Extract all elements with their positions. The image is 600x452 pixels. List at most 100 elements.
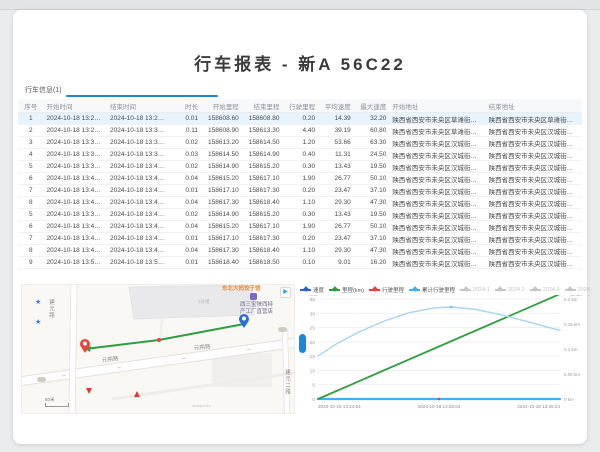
table-cell: 158615.20: [201, 173, 242, 185]
table-row[interactable]: 22024-10-18 13:26:202024-10-18 13:33:040…: [18, 125, 582, 137]
table-cell: 37.10: [354, 233, 390, 245]
table-cell: 158617.10: [242, 221, 283, 233]
table-cell: 158613.20: [201, 137, 242, 149]
legend-item[interactable]: 2024.4: [565, 287, 592, 293]
table-cell: 陕西省西安市未央区草滩街道元朔路东北243米 城内小区: [486, 113, 582, 125]
table-cell: 24.50: [354, 149, 390, 161]
table-cell: 陕西省西安市未央区汉城街道罗高路中心小区西安交通二环路…: [486, 137, 582, 149]
table-cell: 陕西省西安市未央区汉城街道罗高路高桥村村委会公交 东54…: [486, 161, 582, 173]
legend-item[interactable]: 2024.2: [495, 287, 525, 293]
table-cell: 158613.30: [242, 125, 283, 137]
table-cell: 陕西省西安市未央区汉城街道罗高路高桥村村委会公交 东54…: [389, 173, 485, 185]
building-label: 3号楼: [198, 300, 210, 305]
table-cell: 23.47: [318, 233, 354, 245]
table-cell: 陕西省西安市未央区汉城街道罗高西路 东北140米 建于小学: [389, 209, 485, 221]
table-row[interactable]: 52024-10-18 13:39:252024-10-18 13:40:440…: [18, 161, 582, 173]
legend-item[interactable]: 2024.3: [530, 287, 560, 293]
table-cell: 0.01: [170, 233, 201, 245]
legend-label: 里程(km): [342, 286, 364, 294]
table-cell: 陕西省西安市未央区汉城街道西安交通艺术博物馆…: [389, 185, 485, 197]
column-header: 结束地址: [486, 99, 582, 113]
table-row[interactable]: 62024-10-18 13:41:292024-10-18 13:43:450…: [18, 173, 582, 185]
table-cell: 1.10: [282, 197, 318, 209]
table-row[interactable]: 42024-10-18 13:36:002024-10-18 13:38:050…: [18, 149, 582, 161]
table-cell: 158614.90: [201, 209, 242, 221]
table-cell: 158617.30: [201, 245, 242, 257]
table-cell: 7: [18, 185, 44, 197]
left-road: [72, 285, 74, 413]
table-cell: 13.43: [318, 161, 354, 173]
route-map[interactable]: ★ ★ 建元路 元朔路 元朔路 建元二路 3号楼 东北大妈饺子馆 西三宝陕西特 …: [21, 284, 295, 414]
table-cell: 0.20: [282, 113, 318, 125]
route-line: [85, 324, 244, 349]
legend-label: 累计行驶里程: [422, 286, 455, 294]
chart-slider-handle[interactable]: [299, 334, 306, 353]
svg-text:2024-10-18 13:25:24: 2024-10-18 13:25:24: [517, 404, 560, 409]
map-navigation-icon[interactable]: ▶: [280, 287, 291, 298]
table-cell: 陕西省西安市未央区汉城街道东万千一分街西南口侯桥小区西…: [486, 197, 582, 209]
table-body: 12024-10-18 13:24:542024-10-18 13:25:440…: [18, 113, 582, 269]
table-cell: 2024-10-18 13:49:05: [107, 245, 170, 257]
table-cell: 0.02: [170, 209, 201, 221]
map-scale: 50米: [45, 397, 69, 407]
table-cell: 2024-10-18 13:24:54: [44, 113, 107, 125]
table-cell: 7: [18, 233, 44, 245]
table-row[interactable]: 52024-10-18 13:39:252024-10-18 13:40:440…: [18, 209, 582, 221]
tab-driving-info[interactable]: 行车信息(1): [25, 85, 62, 95]
table-cell: 47.30: [354, 245, 390, 257]
table-cell: 8: [18, 197, 44, 209]
table-row[interactable]: 82024-10-18 13:48:312024-10-18 13:49:050…: [18, 245, 582, 257]
table-row[interactable]: 62024-10-18 13:41:292024-10-18 13:43:450…: [18, 221, 582, 233]
chart-canvas: 051015202530350 km0.05 km0.1 km0.15 km0.…: [298, 295, 592, 416]
table-cell: 158618.40: [242, 197, 283, 209]
table-cell: 16.20: [354, 257, 390, 269]
table-cell: 53.66: [318, 137, 354, 149]
table-row[interactable]: 12024-10-18 13:24:542024-10-18 13:25:440…: [18, 113, 582, 125]
legend-item[interactable]: 2024.1: [460, 287, 490, 293]
table-row[interactable]: 72024-10-18 13:46:172024-10-18 13:46:450…: [18, 233, 582, 245]
bus-stop-icon: [278, 327, 287, 332]
table-cell: 9: [18, 257, 44, 269]
table-cell: 2024-10-18 13:26:20: [44, 125, 107, 137]
table-row[interactable]: 82024-10-18 13:48:312024-10-18 13:49:050…: [18, 197, 582, 209]
legend-item[interactable]: 里程(km): [329, 286, 364, 294]
table-cell: 158617.30: [242, 233, 283, 245]
table-cell: 2024-10-18 13:36:00: [44, 149, 107, 161]
table-cell: 2024-10-18 13:46:45: [107, 233, 170, 245]
table-row[interactable]: 32024-10-18 13:33:442024-10-18 13:35:050…: [18, 137, 582, 149]
table-cell: 陕西省西安市未央区汉城街道丰登路西安外事学院人村公交站…: [486, 257, 582, 269]
legend-marker-icon: [565, 289, 576, 291]
legend-item[interactable]: 行驶里程: [369, 286, 404, 294]
table-cell: 陕西省西安市未央区汉城街道东万千一分街西南口侯桥小区西…: [486, 245, 582, 257]
legend-item[interactable]: 速度: [300, 286, 324, 294]
table-row[interactable]: 72024-10-18 13:46:172024-10-18 13:46:450…: [18, 185, 582, 197]
table-cell: 2024-10-18 13:48:31: [44, 245, 107, 257]
table-cell: 陕西省西安市未央区汉城街道北二环 北312米 汉都新苑小区: [486, 125, 582, 137]
table-cell: 陕西省西安市未央区汉城街道罗高路高桥村村委会公交 东54…: [486, 209, 582, 221]
table-cell: 37.10: [354, 185, 390, 197]
table-cell: 1: [18, 113, 44, 125]
column-header: 平均速度: [318, 99, 354, 113]
table-cell: 0.40: [282, 149, 318, 161]
table-cell: 0.01: [170, 185, 201, 197]
table-cell: 11.31: [318, 149, 354, 161]
legend-item[interactable]: 累计行驶里程: [409, 286, 455, 294]
table-cell: 0.01: [170, 113, 201, 125]
legend-marker-icon: [530, 289, 541, 291]
table-cell: 26.77: [318, 173, 354, 185]
column-header: 行驶里程: [282, 99, 318, 113]
page-title: 行车报表 - 新A 56C22: [13, 50, 587, 75]
table-cell: 23.47: [318, 185, 354, 197]
legend-label: 2024.3: [543, 287, 560, 293]
table-cell: 2024-10-18 13:43:45: [107, 221, 170, 233]
table-cell: 158614.90: [242, 149, 283, 161]
table-cell: 158617.30: [242, 185, 283, 197]
table-row[interactable]: 92024-10-18 13:54:452024-10-18 13:55:250…: [18, 257, 582, 269]
table-cell: 陕西省西安市未央区汉城街道罗高路西安交通艺术博物馆…: [486, 173, 582, 185]
end-marker[interactable]: [239, 314, 249, 328]
table-cell: 2024-10-18 13:54:45: [44, 257, 107, 269]
svg-text:20: 20: [310, 340, 316, 346]
table-cell: 19.50: [354, 209, 390, 221]
table-cell: 63.30: [354, 137, 390, 149]
table-cell: 0.10: [282, 257, 318, 269]
